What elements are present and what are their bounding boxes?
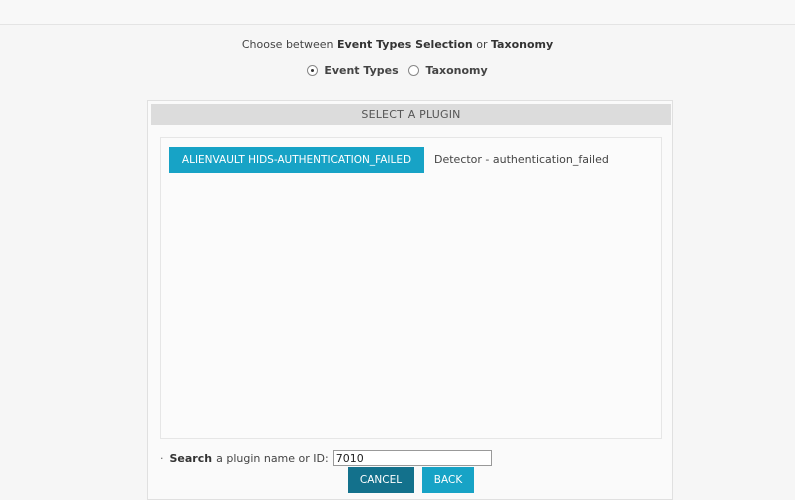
plugin-button-alienvault-hids[interactable]: ALIENVAULT HIDS-AUTHENTICATION_FAILED <box>169 147 424 173</box>
intro-prefix: Choose between <box>241 38 338 51</box>
search-label-bold: Search <box>169 451 213 465</box>
search-label: a plugin name or ID: <box>216 451 329 465</box>
panel-header: SELECT A PLUGIN <box>151 104 671 125</box>
selection-mode-intro: Choose between Event Types Selection or … <box>0 38 795 51</box>
radio-event-types[interactable]: Event Types <box>307 64 399 77</box>
top-bar <box>0 0 795 25</box>
search-input[interactable] <box>332 450 492 466</box>
back-button[interactable]: BACK <box>422 467 474 493</box>
radio-checked-icon[interactable] <box>307 65 319 76</box>
plugin-description: Detector - authentication_failed <box>434 153 609 166</box>
bullet-icon: · <box>160 451 164 465</box>
selection-mode-radios: Event Types Taxonomy <box>0 64 795 79</box>
intro-option-event-types: Event Types Selection <box>337 38 473 51</box>
radio-unchecked-icon[interactable] <box>408 65 420 76</box>
plugin-list: ALIENVAULT HIDS-AUTHENTICATION_FAILED De… <box>160 137 662 439</box>
intro-connector: or <box>472 38 491 51</box>
radio-taxonomy[interactable]: Taxonomy <box>408 64 488 77</box>
plugin-panel: SELECT A PLUGIN ALIENVAULT HIDS-AUTHENTI… <box>147 100 673 500</box>
cancel-button[interactable]: CANCEL <box>348 467 414 493</box>
radio-taxonomy-label: Taxonomy <box>425 64 488 77</box>
radio-event-types-label: Event Types <box>324 64 399 77</box>
search-row: · Search a plugin name or ID: <box>160 450 492 466</box>
intro-option-taxonomy: Taxonomy <box>490 38 554 51</box>
